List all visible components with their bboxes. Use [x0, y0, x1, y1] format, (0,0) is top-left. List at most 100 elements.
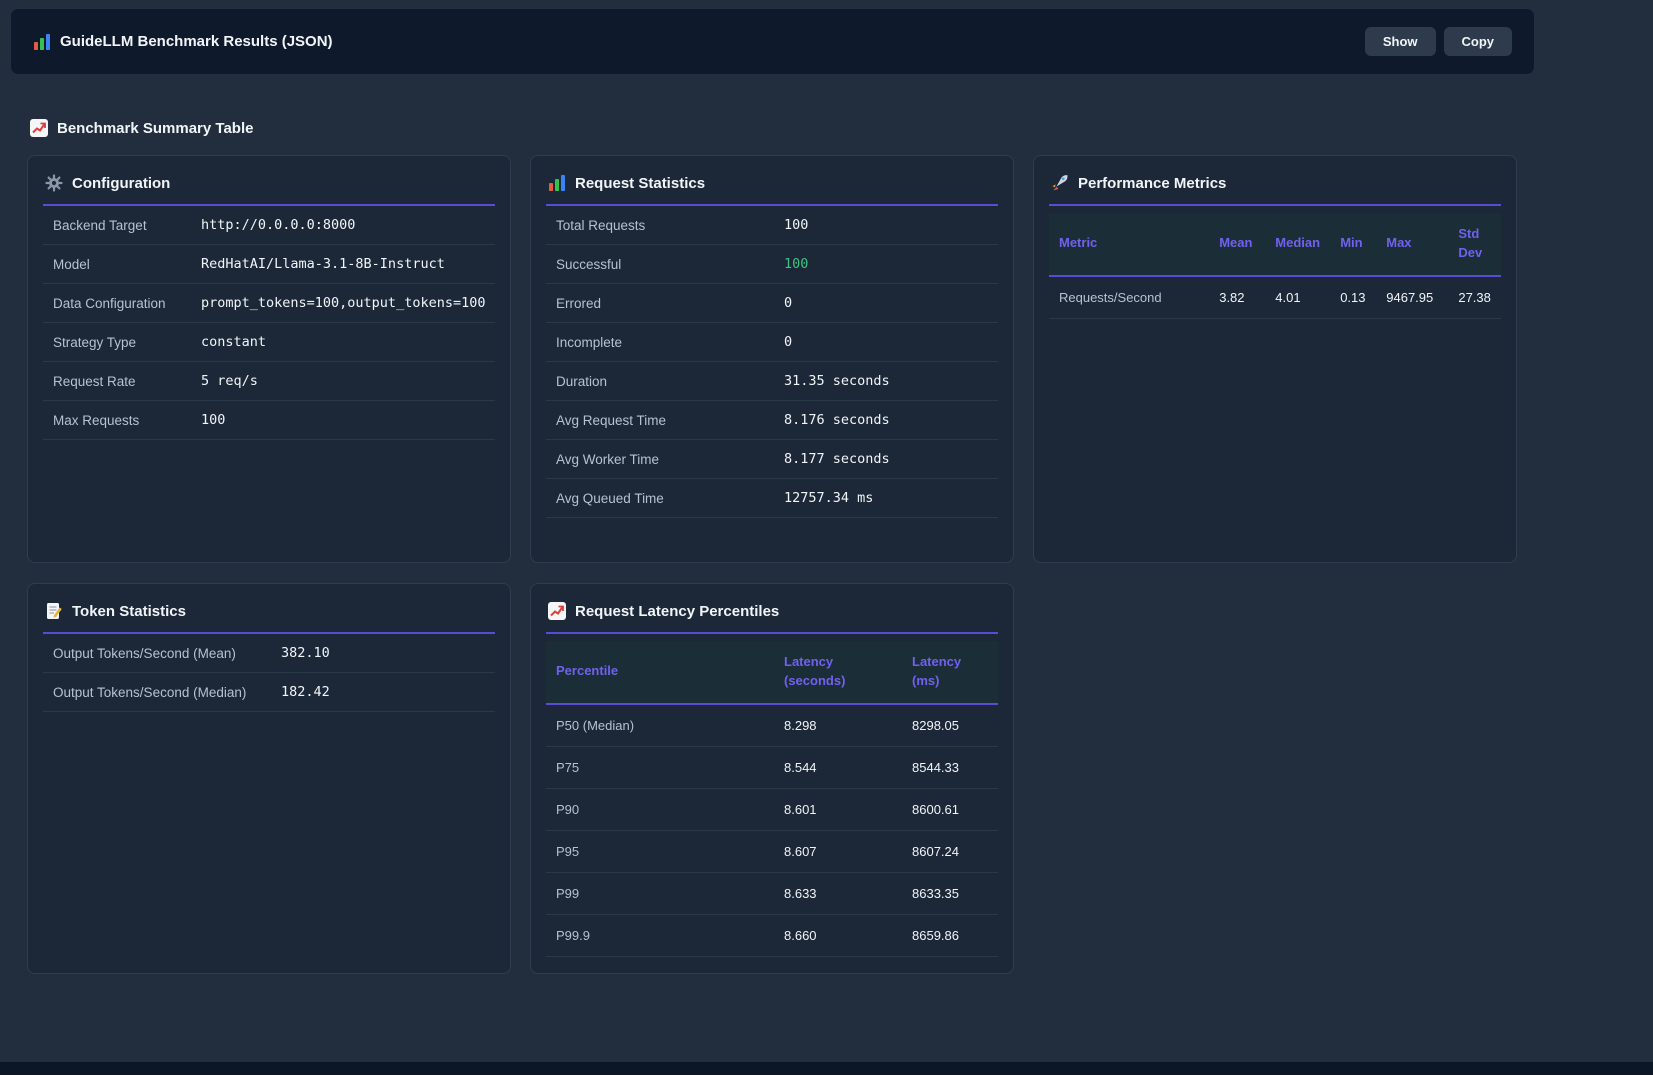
row-label: Max Requests	[53, 413, 201, 428]
row-label: Duration	[556, 374, 784, 389]
col-percentile: Percentile	[546, 641, 774, 704]
cell-latency-seconds: 8.633	[774, 872, 902, 914]
card-title-text: Request Statistics	[575, 175, 705, 192]
row-label: Model	[53, 257, 201, 272]
card-title-text: Performance Metrics	[1078, 175, 1226, 192]
configuration-rows: Backend Target http://0.0.0.0:8000 Model…	[43, 206, 495, 440]
cell-latency-ms: 8544.33	[902, 746, 998, 788]
row-value: 0	[784, 295, 792, 311]
table-row-p50: P50 (Median) 8.298 8298.05	[546, 704, 998, 747]
card-title-text: Token Statistics	[72, 603, 186, 620]
table-row-requests-second: Requests/Second 3.82 4.01 0.13 9467.95 2…	[1049, 276, 1501, 319]
row-label: Strategy Type	[53, 335, 201, 350]
cell-std-dev: 27.38	[1448, 276, 1501, 319]
row-label: Data Configuration	[53, 296, 201, 311]
cell-percentile: P75	[546, 746, 774, 788]
table-row-p999: P99.9 8.660 8659.86	[546, 914, 998, 956]
row-label: Backend Target	[53, 218, 201, 233]
stat-row-duration: Duration 31.35 seconds	[546, 362, 998, 401]
latency-percentiles-card-title: Request Latency Percentiles	[546, 598, 998, 634]
configuration-card: Configuration Backend Target http://0.0.…	[27, 155, 511, 563]
performance-metrics-card: Performance Metrics Metric Mean Median M…	[1033, 155, 1517, 563]
row-value: RedHatAI/Llama-3.1-8B-Instruct	[201, 256, 445, 272]
config-row-data-configuration: Data Configuration prompt_tokens=100,out…	[43, 284, 495, 323]
col-metric: Metric	[1049, 213, 1209, 276]
row-value: 12757.34 ms	[784, 490, 873, 506]
row-label: Avg Queued Time	[556, 491, 784, 506]
row-value: 0	[784, 334, 792, 350]
chart-increasing-icon	[548, 602, 566, 620]
col-latency-ms: Latency (ms)	[902, 641, 998, 704]
col-latency-seconds: Latency (seconds)	[774, 641, 902, 704]
row-value: 8.177 seconds	[784, 451, 890, 467]
header-title-group: GuideLLM Benchmark Results (JSON)	[33, 33, 333, 51]
col-std-dev: Std Dev	[1448, 213, 1501, 276]
cell-latency-ms: 8659.86	[902, 914, 998, 956]
stat-row-total-requests: Total Requests 100	[546, 206, 998, 245]
cell-latency-ms: 8298.05	[902, 704, 998, 747]
row-label: Total Requests	[556, 218, 784, 233]
stat-row-errored: Errored 0	[546, 284, 998, 323]
cell-latency-seconds: 8.544	[774, 746, 902, 788]
col-max: Max	[1376, 213, 1448, 276]
col-mean: Mean	[1209, 213, 1265, 276]
config-row-max-requests: Max Requests 100	[43, 401, 495, 440]
cell-percentile: P95	[546, 830, 774, 872]
cards-row-1: Configuration Backend Target http://0.0.…	[27, 155, 1517, 563]
request-statistics-card-title: Request Statistics	[546, 170, 998, 206]
row-value: http://0.0.0.0:8000	[201, 217, 355, 233]
card-title-text: Request Latency Percentiles	[575, 603, 779, 620]
copy-button[interactable]: Copy	[1444, 27, 1513, 56]
cell-latency-seconds: 8.607	[774, 830, 902, 872]
stat-row-avg-worker-time: Avg Worker Time 8.177 seconds	[546, 440, 998, 479]
cell-latency-ms: 8600.61	[902, 788, 998, 830]
row-label: Incomplete	[556, 335, 784, 350]
cell-percentile: P99	[546, 872, 774, 914]
cell-metric: Requests/Second	[1049, 276, 1209, 319]
section-heading: Benchmark Summary Table	[30, 119, 253, 137]
cell-mean: 3.82	[1209, 276, 1265, 319]
header-bar: GuideLLM Benchmark Results (JSON) Show C…	[10, 8, 1535, 75]
table-row-p99: P99 8.633 8633.35	[546, 872, 998, 914]
cell-latency-seconds: 8.601	[774, 788, 902, 830]
row-value-success: 100	[784, 256, 808, 272]
row-value: 182.42	[281, 684, 330, 700]
card-title-text: Configuration	[72, 175, 170, 192]
show-button[interactable]: Show	[1365, 27, 1436, 56]
gear-icon	[45, 174, 63, 192]
performance-metrics-card-title: Performance Metrics	[1049, 170, 1501, 206]
cell-latency-ms: 8633.35	[902, 872, 998, 914]
performance-metrics-table: Metric Mean Median Min Max Std Dev Reque…	[1049, 213, 1501, 319]
config-row-model: Model RedHatAI/Llama-3.1-8B-Instruct	[43, 245, 495, 284]
row-value: 382.10	[281, 645, 330, 661]
config-row-request-rate: Request Rate 5 req/s	[43, 362, 495, 401]
cell-latency-seconds: 8.660	[774, 914, 902, 956]
table-row-p90: P90 8.601 8600.61	[546, 788, 998, 830]
stat-row-incomplete: Incomplete 0	[546, 323, 998, 362]
token-statistics-card-title: Token Statistics	[43, 598, 495, 634]
row-label: Avg Request Time	[556, 413, 784, 428]
cell-latency-ms: 8607.24	[902, 830, 998, 872]
row-value: 100	[201, 412, 225, 428]
token-row-median: Output Tokens/Second (Median) 182.42	[43, 673, 495, 712]
row-value: prompt_tokens=100,output_tokens=100	[201, 295, 485, 311]
table-header: Percentile Latency (seconds) Latency (ms…	[546, 641, 998, 704]
cell-percentile: P50 (Median)	[546, 704, 774, 747]
row-label: Successful	[556, 257, 784, 272]
row-value: 100	[784, 217, 808, 233]
cell-percentile: P90	[546, 788, 774, 830]
request-statistics-card: Request Statistics Total Requests 100 Su…	[530, 155, 1014, 563]
memo-icon	[45, 602, 63, 620]
latency-percentiles-card: Request Latency Percentiles Percentile L…	[530, 583, 1014, 974]
cell-percentile: P99.9	[546, 914, 774, 956]
col-median: Median	[1265, 213, 1330, 276]
row-label: Output Tokens/Second (Mean)	[53, 646, 281, 661]
rocket-icon	[1051, 174, 1069, 192]
config-row-strategy-type: Strategy Type constant	[43, 323, 495, 362]
table-row-p95: P95 8.607 8607.24	[546, 830, 998, 872]
bar-chart-icon	[548, 174, 566, 192]
col-min: Min	[1330, 213, 1376, 276]
cell-latency-seconds: 8.298	[774, 704, 902, 747]
token-row-mean: Output Tokens/Second (Mean) 382.10	[43, 634, 495, 673]
row-label: Errored	[556, 296, 784, 311]
